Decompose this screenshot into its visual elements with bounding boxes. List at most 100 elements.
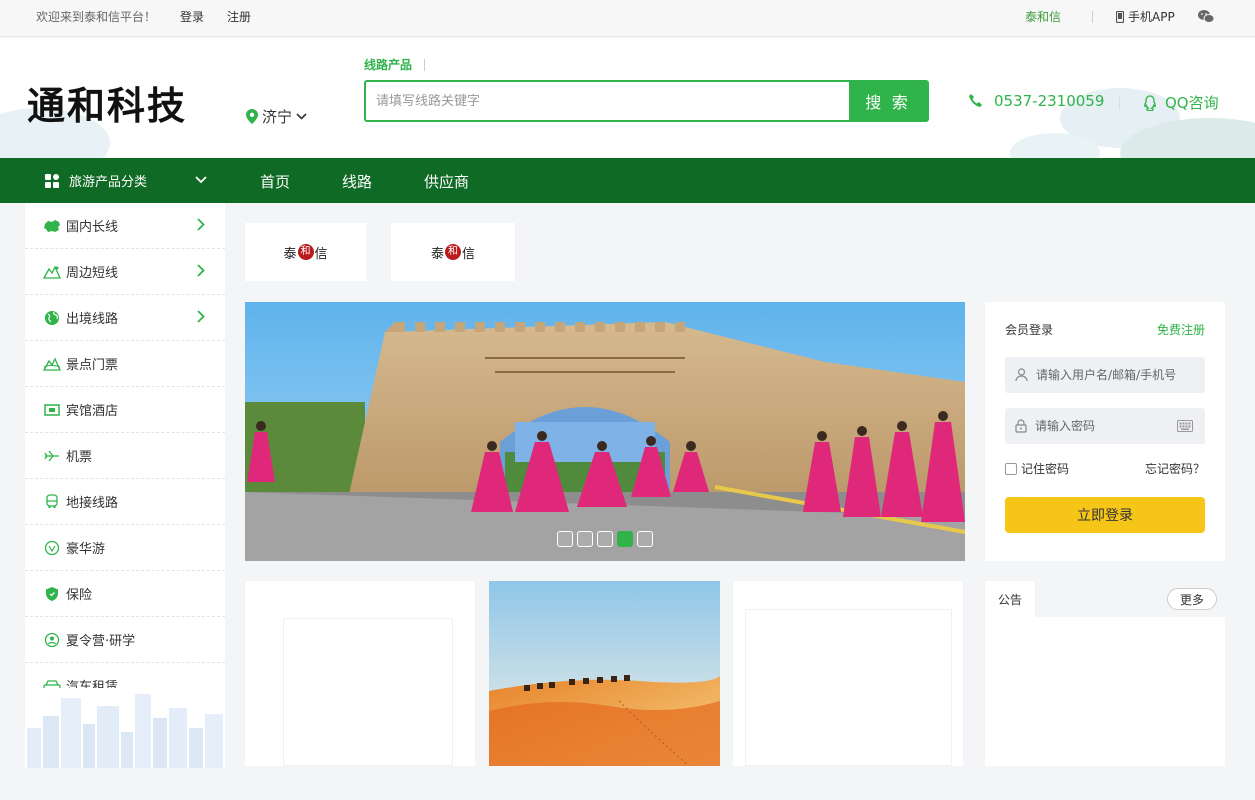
keyboard-icon[interactable]: [1177, 420, 1193, 432]
plane-icon: [42, 448, 62, 464]
nav-routes[interactable]: 线路: [342, 171, 372, 192]
sidebar-item-label: 豪华游: [66, 542, 106, 557]
divider: [424, 58, 426, 71]
hotline[interactable]: 0537-2310059: [968, 92, 1104, 110]
banner-image: [245, 302, 965, 561]
banner-dot-3[interactable]: [597, 531, 613, 547]
partner-logo[interactable]: 泰 和 信: [391, 223, 515, 281]
remember-password[interactable]: 记住密码: [1005, 460, 1069, 477]
brand-link[interactable]: 泰和信: [1025, 10, 1061, 24]
qq-label: QQ咨询: [1165, 94, 1219, 112]
phone-icon: [969, 94, 982, 107]
logo-char: 信: [314, 246, 328, 262]
category-label: 旅游产品分类: [69, 175, 148, 190]
banner-pagination: [557, 531, 653, 547]
welcome-text: 欢迎来到泰和信平台！: [36, 10, 157, 24]
notice-tab[interactable]: 公告: [985, 581, 1035, 617]
site-logo[interactable]: 通和科技: [27, 82, 187, 130]
mountain-icon: [42, 264, 62, 280]
banner-dot-2[interactable]: [577, 531, 593, 547]
search-tab-routes[interactable]: 线路产品: [364, 56, 412, 73]
location-pin-icon: [246, 109, 258, 124]
password-field[interactable]: [1005, 408, 1205, 444]
sidebar-item-label: 保险: [66, 588, 93, 603]
logo-char: 信: [462, 246, 476, 262]
product-card[interactable]: [733, 581, 963, 766]
chevron-right-icon: [197, 310, 205, 323]
sidebar-item-insurance[interactable]: 保险: [25, 571, 225, 617]
chevron-right-icon: [197, 264, 205, 277]
sidebar-item-label: 景点门票: [66, 358, 119, 373]
card-image-placeholder: [283, 618, 453, 766]
login-panel: 会员登录 免费注册 记住密码 忘记密码？ 立即登录: [985, 302, 1225, 561]
category-sidebar: 国内长线 周边短线 出境线路 景点门票 宾馆酒店 机票 地接线路 豪华游 保险 …: [25, 203, 225, 768]
search-tabs: 线路产品: [364, 56, 426, 73]
login-submit-button[interactable]: 立即登录: [1005, 497, 1205, 533]
remember-label: 记住密码: [1021, 462, 1070, 476]
category-menu-toggle[interactable]: 旅游产品分类: [25, 158, 225, 203]
product-card[interactable]: [245, 581, 475, 766]
sidebar-item-summer-camp[interactable]: 夏令营·研学: [25, 617, 225, 663]
forgot-password-link[interactable]: 忘记密码？: [1145, 460, 1205, 477]
lock-icon: [1015, 419, 1027, 433]
sidebar-item-label: 夏令营·研学: [66, 634, 136, 649]
sidebar-item-domestic[interactable]: 国内长线: [25, 203, 225, 249]
city-skyline-decoration: [25, 688, 225, 768]
sidebar-item-hotels[interactable]: 宾馆酒店: [25, 387, 225, 433]
mobile-app-label: 手机APP: [1128, 10, 1175, 24]
city-name: 济宁: [262, 108, 293, 126]
banner-dot-4[interactable]: [617, 531, 633, 547]
student-icon: [42, 632, 62, 648]
sidebar-item-luxury[interactable]: 豪华游: [25, 525, 225, 571]
password-input[interactable]: [1035, 419, 1185, 433]
nav-home[interactable]: 首页: [260, 171, 290, 192]
chevron-right-icon: [197, 218, 205, 231]
hero-banner[interactable]: [245, 302, 965, 561]
more-button[interactable]: 更多: [1167, 588, 1217, 610]
sidebar-item-flights[interactable]: 机票: [25, 433, 225, 479]
partner-logo-mark: 泰 和 信: [283, 243, 328, 262]
divider: [1119, 96, 1120, 110]
logo-char: 泰: [283, 246, 297, 262]
grid-icon: [45, 173, 59, 188]
mobile-app-link[interactable]: 手机APP: [1116, 10, 1175, 24]
logo-char: 和: [445, 244, 461, 260]
login-link[interactable]: 登录: [180, 10, 204, 24]
divider: [1092, 11, 1093, 23]
search-input[interactable]: [366, 82, 850, 120]
sidebar-item-outbound[interactable]: 出境线路: [25, 295, 225, 341]
qq-consult[interactable]: QQ咨询: [1143, 92, 1219, 113]
globe-icon: [42, 310, 62, 326]
chevron-down-icon: [296, 113, 307, 120]
desert-image: [489, 581, 720, 766]
free-register-link[interactable]: 免费注册: [1157, 321, 1205, 338]
notice-header: 公告 更多: [985, 581, 1225, 617]
login-title: 会员登录: [1005, 323, 1054, 337]
chevron-down-icon: [195, 176, 207, 184]
hotline-number: 0537-2310059: [994, 92, 1105, 110]
product-card[interactable]: [489, 581, 720, 766]
banner-dot-1[interactable]: [557, 531, 573, 547]
register-link[interactable]: 注册: [227, 10, 251, 24]
sidebar-item-nearby[interactable]: 周边短线: [25, 249, 225, 295]
username-input[interactable]: [1036, 368, 1186, 382]
notice-panel: 公告 更多: [985, 581, 1225, 766]
city-selector[interactable]: 济宁: [246, 106, 307, 127]
partner-logo-mark: 泰 和 信: [431, 243, 475, 262]
logo-char: 泰: [430, 246, 444, 262]
sidebar-item-label: 宾馆酒店: [66, 404, 119, 419]
banner-dot-5[interactable]: [637, 531, 653, 547]
shield-icon: [42, 586, 62, 602]
wechat-icon[interactable]: [1198, 10, 1215, 26]
partner-logo[interactable]: 泰 和 信: [245, 223, 366, 281]
sidebar-item-label: 地接线路: [66, 496, 119, 511]
remember-checkbox[interactable]: [1005, 462, 1017, 475]
main-nav: 旅游产品分类 首页 线路 供应商: [0, 158, 1255, 203]
sidebar-item-local-tours[interactable]: 地接线路: [25, 479, 225, 525]
search-button[interactable]: 搜 索: [849, 82, 927, 120]
sidebar-item-tickets[interactable]: 景点门票: [25, 341, 225, 387]
nav-suppliers[interactable]: 供应商: [424, 171, 469, 192]
username-field[interactable]: [1005, 357, 1205, 393]
mobile-phone-icon: [1116, 11, 1124, 23]
search-box: 搜 索: [364, 80, 929, 122]
